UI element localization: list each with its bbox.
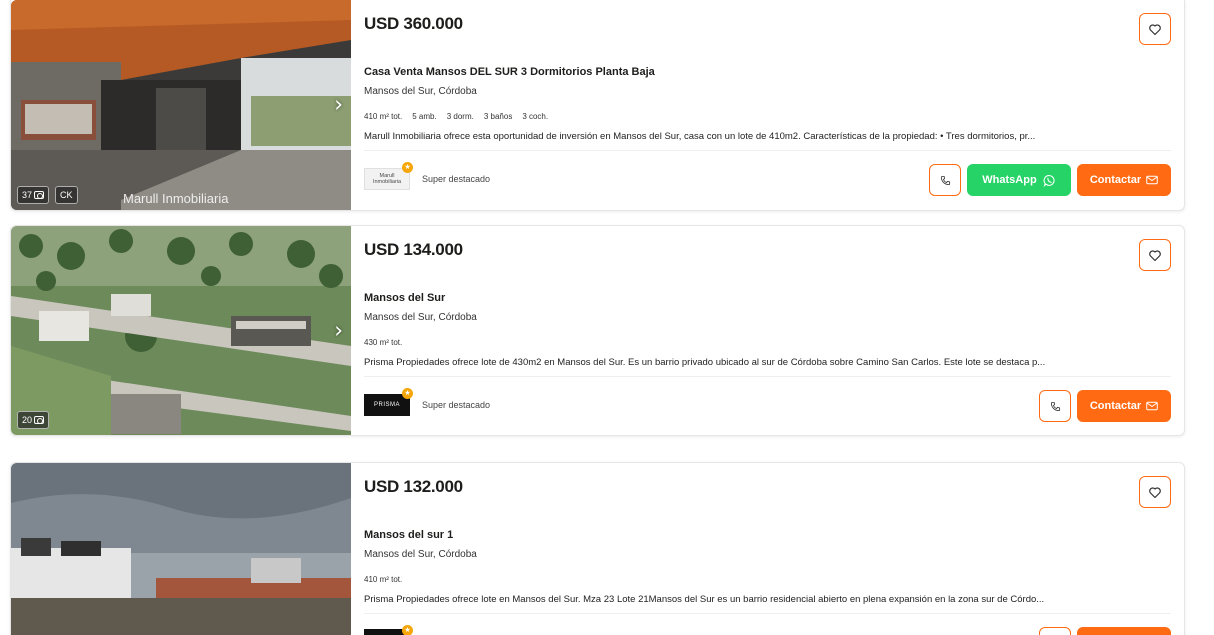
listing-location: Mansos del Sur, Córdoba (364, 86, 477, 97)
star-icon: ★ (402, 162, 413, 173)
listing-info: USD 134.000 Mansos del Sur Mansos del Su… (364, 226, 1184, 435)
listing-info: USD 132.000 Mansos del sur 1 Mansos del … (364, 463, 1184, 635)
phone-icon (940, 175, 950, 185)
listing-features: 430 m² tot. (364, 338, 402, 347)
listing-features: 410 m² tot. 5 amb. 3 dorm. 3 baños 3 coc… (364, 112, 548, 121)
divider (364, 376, 1171, 377)
publisher-logo-text: Marull Inmobiliaria (372, 172, 402, 185)
contact-button[interactable] (1077, 627, 1171, 635)
listing-card[interactable]: 20 › USD 134.000 Mansos del Sur Mansos d… (10, 225, 1185, 436)
feature-area: 410 m² tot. (364, 112, 403, 121)
listing-actions: WhatsApp Contactar (929, 164, 1171, 196)
favorite-button[interactable] (1139, 476, 1171, 508)
listing-location: Mansos del Sur, Córdoba (364, 312, 477, 323)
whatsapp-icon (1043, 174, 1055, 187)
photo-count-badge: 37 (17, 186, 50, 204)
feature-bathrooms: 3 baños (483, 112, 513, 121)
heart-icon (1149, 486, 1161, 498)
divider (364, 613, 1171, 614)
contact-button-label: Contactar (1089, 174, 1142, 186)
listing-title[interactable]: Casa Venta Mansos DEL SUR 3 Dormitorios … (364, 66, 655, 78)
photo-watermark: Marull Inmobiliaria (123, 191, 229, 206)
listing-price: USD 132.000 (364, 477, 463, 496)
camera-icon (34, 191, 45, 199)
contact-button-label: Contactar (1089, 400, 1142, 412)
star-icon: ★ (402, 388, 413, 399)
photo-count: 37 (22, 190, 33, 200)
listing-actions (1039, 627, 1171, 635)
highlight-label: Super destacado (422, 174, 491, 184)
photo-count: 20 (22, 415, 33, 425)
mail-icon (1146, 401, 1158, 411)
divider (364, 150, 1171, 151)
listing-description[interactable]: Marull Inmobiliaria ofrece esta oportuni… (364, 131, 1154, 142)
listing-title[interactable]: Mansos del Sur (364, 292, 445, 304)
feature-garages: 3 coch. (522, 112, 549, 121)
star-icon: ★ (402, 625, 413, 635)
chevron-right-icon[interactable]: › (334, 318, 343, 343)
chevron-right-icon[interactable]: › (334, 93, 343, 118)
favorite-button[interactable] (1139, 13, 1171, 45)
extra-badge-label: CK (60, 190, 73, 200)
whatsapp-button-label: WhatsApp (982, 174, 1037, 186)
whatsapp-button[interactable]: WhatsApp (967, 164, 1071, 196)
listing-description[interactable]: Prisma Propiedades ofrece lote en Mansos… (364, 594, 1154, 605)
heart-icon (1149, 249, 1161, 261)
listing-info: USD 360.000 Casa Venta Mansos DEL SUR 3 … (364, 0, 1184, 210)
phone-icon (1050, 401, 1060, 411)
listing-title[interactable]: Mansos del sur 1 (364, 529, 453, 541)
photo-count-badge: 20 (17, 411, 50, 429)
heart-icon (1149, 23, 1161, 35)
listing-photo[interactable]: 20 › (11, 226, 351, 435)
listing-results: 37 CK Marull Inmobiliaria › USD 360.000 … (0, 0, 1214, 635)
listing-price: USD 360.000 (364, 14, 463, 33)
highlight-label: Super destacado (422, 400, 491, 410)
feature-area: 430 m² tot. (364, 338, 403, 347)
mail-icon (1146, 175, 1158, 185)
listing-card[interactable]: USD 132.000 Mansos del sur 1 Mansos del … (10, 462, 1185, 635)
listing-photo[interactable]: 37 CK Marull Inmobiliaria › (11, 0, 351, 210)
feature-rooms: 5 amb. (412, 112, 437, 121)
phone-button[interactable] (929, 164, 961, 196)
listing-card[interactable]: 37 CK Marull Inmobiliaria › USD 360.000 … (10, 0, 1185, 211)
extra-badge: CK (55, 186, 78, 204)
camera-icon (34, 416, 45, 424)
contact-button[interactable]: Contactar (1077, 390, 1171, 422)
listing-location: Mansos del Sur, Córdoba (364, 549, 477, 560)
feature-bedrooms: 3 dorm. (446, 112, 474, 121)
listing-features: 410 m² tot. (364, 575, 402, 584)
phone-button[interactable] (1039, 627, 1071, 635)
contact-button[interactable]: Contactar (1077, 164, 1171, 196)
listing-photo[interactable] (11, 463, 351, 635)
listing-actions: Contactar (1039, 390, 1171, 422)
phone-button[interactable] (1039, 390, 1071, 422)
listing-description[interactable]: Prisma Propiedades ofrece lote de 430m2 … (364, 357, 1154, 368)
favorite-button[interactable] (1139, 239, 1171, 271)
feature-area: 410 m² tot. (364, 575, 403, 584)
publisher-logo-text: PRISMA (373, 402, 400, 408)
listing-price: USD 134.000 (364, 240, 463, 259)
